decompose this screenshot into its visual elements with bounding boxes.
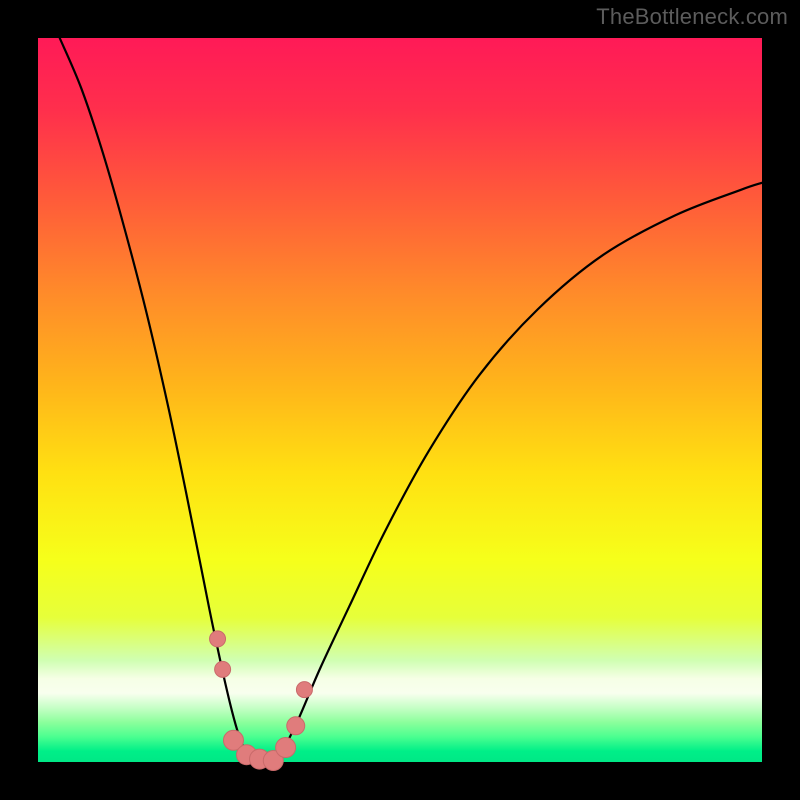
chart-frame: TheBottleneck.com	[0, 0, 800, 800]
dot-left-lower	[215, 661, 231, 677]
dot-left-upper	[210, 631, 226, 647]
plot-area	[38, 38, 762, 762]
left-curve	[60, 38, 255, 762]
curves-layer	[38, 38, 762, 762]
dot-bottom-5	[276, 738, 296, 758]
data-points	[210, 631, 313, 771]
right-curve	[273, 183, 762, 762]
dot-right-upper	[296, 682, 312, 698]
dot-bottom-6	[287, 717, 305, 735]
watermark-text: TheBottleneck.com	[596, 4, 788, 30]
